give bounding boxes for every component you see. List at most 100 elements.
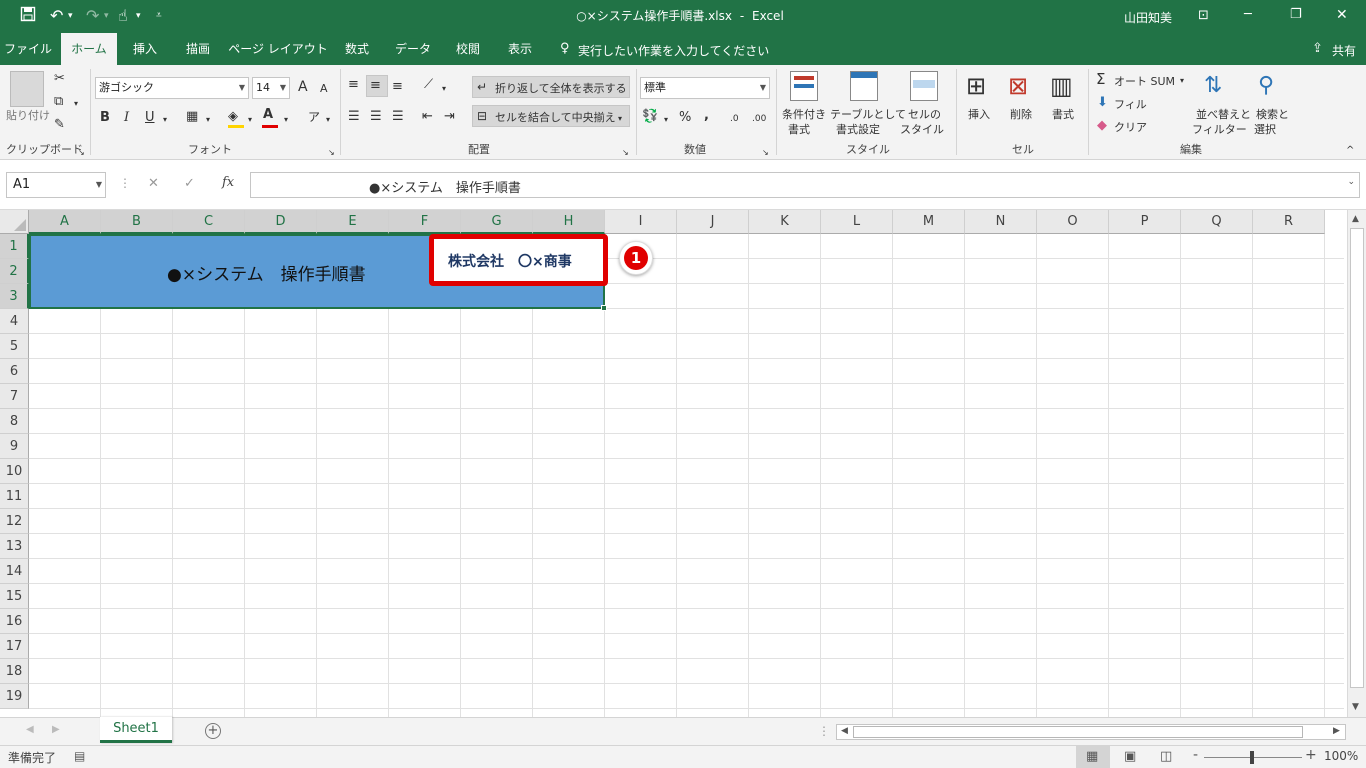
scroll-down-icon[interactable]: ▼ [1352, 702, 1359, 712]
cell-styles-label-1[interactable]: セルの [908, 106, 941, 122]
orientation-icon[interactable]: ⟋ [424, 77, 433, 93]
phonetic-dropdown-icon[interactable]: ▾ [326, 112, 330, 128]
sort-filter-label-1[interactable]: 並べ替えと [1196, 106, 1251, 122]
column-header-r[interactable]: R [1253, 210, 1325, 234]
add-sheet-button[interactable]: + [205, 723, 221, 739]
format-cells-icon[interactable]: ▥ [1050, 71, 1073, 101]
column-header-a[interactable]: A [29, 210, 101, 234]
share-button[interactable]: 共有 [1332, 42, 1356, 59]
column-header-d[interactable]: D [245, 210, 317, 234]
conditional-format-icon[interactable] [790, 71, 818, 101]
column-header-k[interactable]: K [749, 210, 821, 234]
format-as-table-icon[interactable] [850, 71, 878, 101]
tab-draw[interactable]: 描画 [174, 33, 222, 65]
expand-formula-icon[interactable]: ⌄ [1347, 177, 1355, 187]
paste-button[interactable]: 貼り付け [6, 107, 50, 123]
tab-review[interactable]: 校閲 [446, 33, 490, 65]
select-all-corner[interactable] [0, 210, 29, 234]
cut-icon[interactable]: ✂ [54, 71, 65, 87]
insert-function-button[interactable]: fx [222, 175, 234, 190]
vertical-scroll-thumb[interactable] [1350, 228, 1364, 688]
increase-font-button[interactable]: A [298, 79, 308, 95]
row-header-16[interactable]: 16 [0, 609, 29, 634]
autosum-button[interactable]: オート SUM [1114, 73, 1175, 89]
delete-cells-button[interactable]: 削除 [1010, 106, 1032, 122]
tab-home[interactable]: ホーム [61, 33, 117, 65]
font-color-icon[interactable]: A [263, 107, 273, 123]
borders-icon[interactable]: ▦ [186, 109, 198, 125]
macro-record-icon[interactable]: ▤ [74, 749, 85, 763]
align-center-icon[interactable]: ☰ [370, 109, 382, 125]
tell-me-search[interactable]: 実行したい作業を入力してください [578, 42, 769, 59]
row-header-17[interactable]: 17 [0, 634, 29, 659]
row-header-15[interactable]: 15 [0, 584, 29, 609]
row-header-14[interactable]: 14 [0, 559, 29, 584]
bold-button[interactable]: B [100, 110, 110, 126]
customize-qat-icon[interactable]: ⩡ [156, 6, 162, 26]
column-header-o[interactable]: O [1037, 210, 1109, 234]
sheet-prev-icon[interactable]: ◀ [26, 724, 34, 735]
tab-page-layout[interactable]: ページ レイアウト [228, 33, 328, 65]
collapse-ribbon-icon[interactable]: ^ [1346, 143, 1354, 159]
fill-color-icon[interactable]: ◈ [228, 109, 238, 125]
page-layout-view-icon[interactable]: ▣ [1124, 749, 1136, 764]
scroll-right-icon[interactable]: ▶ [1333, 726, 1340, 736]
format-painter-icon[interactable]: ✎ [54, 117, 65, 133]
name-box[interactable]: A1 ▼ [6, 172, 106, 198]
formula-bar-resize-icon[interactable]: ⋮ [119, 176, 131, 190]
column-header-c[interactable]: C [173, 210, 245, 234]
find-select-label-1[interactable]: 検索と [1256, 106, 1289, 122]
currency-icon[interactable]: 💱 [642, 109, 658, 125]
merge-dropdown-icon[interactable]: ▾ [618, 111, 622, 127]
column-header-b[interactable]: B [101, 210, 173, 234]
horizontal-scrollbar[interactable]: ◀ ▶ [836, 724, 1346, 740]
row-header-9[interactable]: 9 [0, 434, 29, 459]
font-name-select[interactable]: 游ゴシック ▼ [95, 77, 249, 99]
row-header-3[interactable]: 3 [0, 284, 29, 309]
clipboard-launcher-icon[interactable]: ↘ [78, 145, 85, 161]
column-header-h[interactable]: H [533, 210, 605, 234]
fill-handle[interactable] [601, 305, 607, 311]
fill-down-icon[interactable]: ⬇ [1097, 95, 1108, 111]
redo-dropdown-icon[interactable]: ▾ [104, 6, 109, 26]
scroll-up-icon[interactable]: ▲ [1352, 214, 1359, 224]
enter-icon[interactable]: ✓ [184, 176, 195, 191]
redo-icon[interactable]: ↷ [86, 6, 99, 26]
conditional-format-label-2[interactable]: 書式 [788, 121, 810, 137]
percent-button[interactable]: % [679, 110, 691, 126]
insert-cells-button[interactable]: 挿入 [968, 106, 990, 122]
column-header-e[interactable]: E [317, 210, 389, 234]
orientation-dropdown-icon[interactable]: ▾ [442, 81, 446, 97]
increase-indent-icon[interactable]: ⇥ [444, 109, 455, 125]
sort-filter-icon[interactable]: ⇅ [1204, 71, 1222, 101]
row-header-7[interactable]: 7 [0, 384, 29, 409]
cell-styles-label-2[interactable]: スタイル [900, 121, 944, 137]
insert-cells-icon[interactable]: ⊞ [966, 71, 986, 101]
align-right-icon[interactable]: ☰ [392, 109, 404, 125]
row-header-13[interactable]: 13 [0, 534, 29, 559]
underline-button[interactable]: U [145, 110, 155, 126]
column-header-f[interactable]: F [389, 210, 461, 234]
find-select-icon[interactable]: ⚲ [1258, 71, 1274, 101]
vertical-scrollbar[interactable]: ▲ ▼ [1347, 210, 1366, 717]
alignment-launcher-icon[interactable]: ↘ [622, 145, 629, 161]
delete-cells-icon[interactable]: ⊠ [1008, 71, 1028, 101]
row-header-2[interactable]: 2 [0, 259, 29, 284]
italic-button[interactable]: I [124, 110, 129, 126]
phonetic-icon[interactable]: ア [308, 109, 320, 125]
undo-dropdown-icon[interactable]: ▾ [68, 6, 73, 26]
paste-icon[interactable] [10, 71, 44, 107]
formula-input[interactable]: ●×システム 操作手順書 ⌄ [250, 172, 1360, 198]
row-header-4[interactable]: 4 [0, 309, 29, 334]
font-color-dropdown-icon[interactable]: ▾ [284, 112, 288, 128]
format-as-table-label-2[interactable]: 書式設定 [836, 121, 880, 137]
horizontal-scroll-thumb[interactable] [853, 726, 1303, 738]
underline-dropdown-icon[interactable]: ▾ [163, 112, 167, 128]
align-top-icon[interactable]: ≡ [348, 77, 359, 93]
align-bottom-icon[interactable]: ≡ [392, 79, 403, 95]
row-header-1[interactable]: 1 [0, 234, 29, 259]
currency-dropdown-icon[interactable]: ▾ [664, 112, 668, 128]
share-icon[interactable]: ⇪ [1312, 41, 1323, 56]
row-header-8[interactable]: 8 [0, 409, 29, 434]
column-header-m[interactable]: M [893, 210, 965, 234]
